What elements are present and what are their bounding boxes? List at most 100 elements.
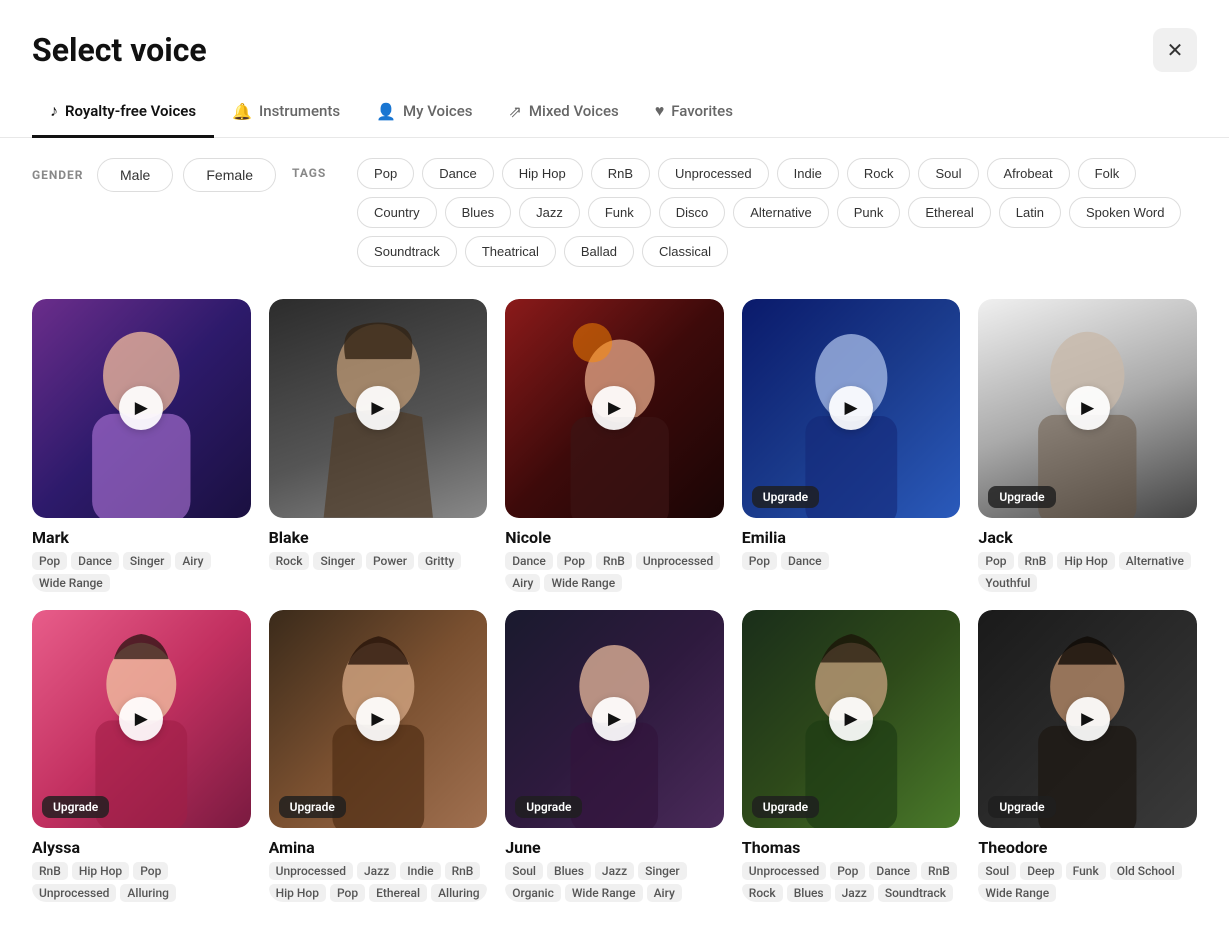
voice-card-blake[interactable]: ▶ Blake Rock Singer Power Gritty — [269, 299, 488, 592]
play-button-theodore[interactable]: ▶ — [1066, 697, 1110, 741]
tab-favorites-label: Favorites — [671, 102, 733, 120]
tag-country[interactable]: Country — [357, 197, 437, 228]
voice-card-jack[interactable]: ▶ Upgrade Jack Pop RnB Hip Hop Alternati… — [978, 299, 1197, 592]
voice-card-emilia[interactable]: ▶ Upgrade Emilia Pop Dance — [742, 299, 961, 592]
tag-indie[interactable]: Indie — [777, 158, 839, 189]
tag-spoken-word[interactable]: Spoken Word — [1069, 197, 1182, 228]
voice-card-june[interactable]: ▶ Upgrade June Soul Blues Jazz Singer Or… — [505, 610, 724, 903]
tag-theatrical[interactable]: Theatrical — [465, 236, 556, 267]
filters-row: GENDER Male Female TAGS Pop Dance Hip Ho… — [32, 158, 1197, 267]
tag-classical[interactable]: Classical — [642, 236, 728, 267]
upgrade-badge-june[interactable]: Upgrade — [515, 796, 582, 818]
tag-dance[interactable]: Dance — [422, 158, 494, 189]
tag-disco[interactable]: Disco — [659, 197, 726, 228]
heart-icon: ♥ — [655, 101, 665, 121]
play-button-thomas[interactable]: ▶ — [829, 697, 873, 741]
play-button-amina[interactable]: ▶ — [356, 697, 400, 741]
tag-folk[interactable]: Folk — [1078, 158, 1137, 189]
voice-tags-alyssa: RnB Hip Hop Pop Unprocessed Alluring — [32, 862, 251, 902]
voice-card-thomas[interactable]: ▶ Upgrade Thomas Unprocessed Pop Dance R… — [742, 610, 961, 903]
play-button-jack[interactable]: ▶ — [1066, 386, 1110, 430]
voice-tags-mark: Pop Dance Singer Airy Wide Range — [32, 552, 251, 592]
tab-my-voices[interactable]: 👤 My Voices — [358, 91, 490, 138]
tag-ethereal[interactable]: Ethereal — [908, 197, 990, 228]
tag-alternative[interactable]: Alternative — [733, 197, 828, 228]
voice-card-alyssa[interactable]: ▶ Upgrade Alyssa RnB Hip Hop Pop Unproce… — [32, 610, 251, 903]
tag-jazz[interactable]: Jazz — [519, 197, 580, 228]
tab-royalty-free-label: Royalty-free Voices — [65, 102, 196, 120]
tag-latin[interactable]: Latin — [999, 197, 1061, 228]
tag-afrobeat[interactable]: Afrobeat — [987, 158, 1070, 189]
tags-row: Pop Dance Hip Hop RnB Unprocessed Indie … — [357, 158, 1197, 267]
voice-tags-blake: Rock Singer Power Gritty — [269, 552, 488, 570]
voice-thumb-nicole: ▶ — [505, 299, 724, 518]
play-button-blake[interactable]: ▶ — [356, 386, 400, 430]
tab-mixed-voices-label: Mixed Voices — [529, 102, 619, 120]
play-button-emilia[interactable]: ▶ — [829, 386, 873, 430]
voice-name-nicole: Nicole — [505, 528, 724, 547]
tag-rock[interactable]: Rock — [847, 158, 911, 189]
voice-thumb-theodore: ▶ Upgrade — [978, 610, 1197, 829]
upgrade-badge-emilia[interactable]: Upgrade — [752, 486, 819, 508]
tab-favorites[interactable]: ♥ Favorites — [637, 91, 751, 138]
play-button-mark[interactable]: ▶ — [119, 386, 163, 430]
voice-name-theodore: Theodore — [978, 838, 1197, 857]
upgrade-badge-alyssa[interactable]: Upgrade — [42, 796, 109, 818]
voice-tags-jack: Pop RnB Hip Hop Alternative Youthful — [978, 552, 1197, 592]
upgrade-badge-theodore[interactable]: Upgrade — [988, 796, 1055, 818]
voice-name-mark: Mark — [32, 528, 251, 547]
play-button-alyssa[interactable]: ▶ — [119, 697, 163, 741]
voice-tags-amina: Unprocessed Jazz Indie RnB Hip Hop Pop E… — [269, 862, 488, 902]
close-button[interactable]: ✕ — [1153, 28, 1197, 72]
tag-soul[interactable]: Soul — [918, 158, 978, 189]
voice-card-theodore[interactable]: ▶ Upgrade Theodore Soul Deep Funk Old Sc… — [978, 610, 1197, 903]
person-icon: 👤 — [376, 102, 396, 121]
tab-instruments-label: Instruments — [259, 102, 340, 120]
upgrade-badge-thomas[interactable]: Upgrade — [752, 796, 819, 818]
page-title: Select voice — [32, 31, 207, 69]
voice-thumb-mark: ▶ — [32, 299, 251, 518]
bell-icon: 🔔 — [232, 102, 252, 121]
tab-royalty-free[interactable]: ♪ Royalty-free Voices — [32, 91, 214, 138]
upgrade-badge-jack[interactable]: Upgrade — [988, 486, 1055, 508]
play-button-june[interactable]: ▶ — [592, 697, 636, 741]
gender-filter: GENDER Male Female — [32, 158, 276, 192]
tag-unprocessed[interactable]: Unprocessed — [658, 158, 769, 189]
voice-name-alyssa: Alyssa — [32, 838, 251, 857]
voice-card-nicole[interactable]: ▶ Nicole Dance Pop RnB Unprocessed Airy … — [505, 299, 724, 592]
play-button-nicole[interactable]: ▶ — [592, 386, 636, 430]
voice-thumb-thomas: ▶ Upgrade — [742, 610, 961, 829]
voice-name-jack: Jack — [978, 528, 1197, 547]
gender-female[interactable]: Female — [183, 158, 276, 192]
voice-card-mark[interactable]: ▶ Mark Pop Dance Singer Airy Wide Range — [32, 299, 251, 592]
tag-rnb[interactable]: RnB — [591, 158, 650, 189]
voice-thumb-emilia: ▶ Upgrade — [742, 299, 961, 518]
tags-label: TAGS — [292, 158, 347, 180]
tab-mixed-voices[interactable]: ⇗ Mixed Voices — [490, 91, 636, 138]
voice-thumb-june: ▶ Upgrade — [505, 610, 724, 829]
page-header: Select voice ✕ — [0, 0, 1229, 72]
nav-tabs: ♪ Royalty-free Voices 🔔 Instruments 👤 My… — [0, 72, 1229, 138]
voice-thumb-jack: ▶ Upgrade — [978, 299, 1197, 518]
tag-funk[interactable]: Funk — [588, 197, 651, 228]
tag-blues[interactable]: Blues — [445, 197, 512, 228]
voice-card-amina[interactable]: ▶ Upgrade Amina Unprocessed Jazz Indie R… — [269, 610, 488, 903]
tag-ballad[interactable]: Ballad — [564, 236, 634, 267]
voice-name-emilia: Emilia — [742, 528, 961, 547]
tag-pop[interactable]: Pop — [357, 158, 414, 189]
mixed-icon: ⇗ — [508, 102, 521, 121]
tag-punk[interactable]: Punk — [837, 197, 901, 228]
voice-thumb-blake: ▶ — [269, 299, 488, 518]
voice-tags-emilia: Pop Dance — [742, 552, 961, 570]
tab-instruments[interactable]: 🔔 Instruments — [214, 91, 358, 138]
voice-tags-theodore: Soul Deep Funk Old School Wide Range — [978, 862, 1197, 902]
filters-section: GENDER Male Female TAGS Pop Dance Hip Ho… — [0, 138, 1229, 281]
voice-name-amina: Amina — [269, 838, 488, 857]
upgrade-badge-amina[interactable]: Upgrade — [279, 796, 346, 818]
voice-thumb-alyssa: ▶ Upgrade — [32, 610, 251, 829]
voice-tags-nicole: Dance Pop RnB Unprocessed Airy Wide Rang… — [505, 552, 724, 592]
tag-soundtrack[interactable]: Soundtrack — [357, 236, 457, 267]
gender-male[interactable]: Male — [97, 158, 173, 192]
voice-name-june: June — [505, 838, 724, 857]
tag-hiphop[interactable]: Hip Hop — [502, 158, 583, 189]
